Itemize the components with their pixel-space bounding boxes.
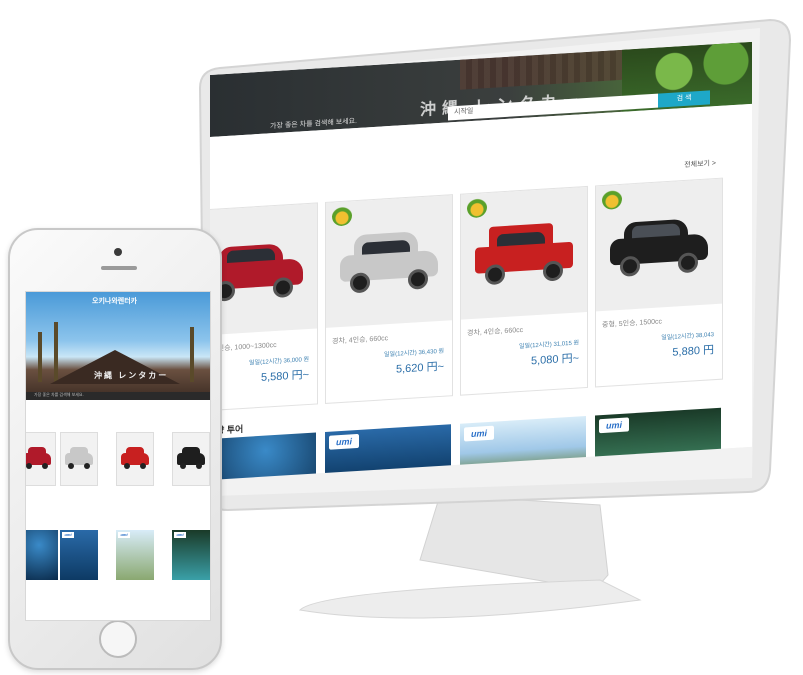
home-button[interactable] [99,620,137,658]
umi-logo: umi [329,433,359,450]
mobile-screen: 오키나와렌터카 沖縄 レンタカー 가장 좋은 차를 검색해 보세요. umi u… [25,291,211,621]
car-rate: 일일(12시간) 36,000 원 [249,356,309,367]
car-price: 5,620 円~ [395,360,444,376]
umi-logo: umi [174,532,186,538]
umi-logo: umi [464,425,494,442]
mobile-hero-banner: 오키나와렌터카 沖縄 レンタカー [26,292,210,400]
car-icon [475,223,573,286]
car-icon [340,231,438,294]
mobile-search-text: 가장 좋은 차를 검색해 보세요. [34,392,84,397]
mobile-logo[interactable]: 오키나와렌터카 [92,296,137,306]
car-card[interactable]: 중형, 5인승, 1500cc 일일(12시간) 38,043 5,880 円 [595,177,723,388]
leaf-badge-icon [467,197,487,219]
mobile-tour-card[interactable]: umi [116,530,154,580]
car-price: 5,880 円 [672,344,714,359]
umi-logo: umi [118,532,130,538]
car-rate: 일일(12시간) 31,015 원 [519,340,579,351]
leaf-badge-icon [602,188,622,211]
car-image [326,195,452,328]
mobile-car-card[interactable] [116,432,154,486]
car-spec: 중형, 5인승, 1500cc [602,318,663,330]
mobile-hero-title: 沖縄 レンタカー [94,371,169,380]
front-camera-icon [114,248,122,256]
car-image [596,178,722,312]
tour-card[interactable] [210,432,316,481]
mobile-car-card[interactable] [60,432,98,486]
mobile-car-card[interactable] [172,432,210,486]
desktop-content: 전체보기 > 경차, 4인승, 1000~1300cc 일일(12시간) 36,… [210,103,752,481]
umi-logo: umi [599,417,629,434]
car-icon [610,218,708,277]
car-card[interactable]: 경차, 4인승, 660cc 일일(12시간) 31,015 원 5,080 円… [460,185,588,396]
mobile-tour-card[interactable]: umi [172,530,210,580]
car-card[interactable]: 경차, 4인승, 660cc 일일(12시간) 36,430 원 5,620 円… [325,194,453,404]
mobile-tour-card[interactable] [26,530,58,580]
leaf-badge-icon [332,205,352,227]
car-card[interactable]: 경차, 4인승, 1000~1300cc 일일(12시간) 36,000 원 5… [210,202,318,413]
car-rate: 일일(12시간) 36,430 원 [384,348,444,359]
mobile-tour-card[interactable]: umi [60,530,98,580]
speaker-grille [101,266,137,270]
car-spec: 경차, 4인승, 660cc [467,326,524,338]
car-spec: 경차, 4인승, 660cc [332,335,389,346]
car-image [210,203,317,337]
car-rate: 일일(12시간) 38,043 [661,332,714,342]
view-all-link[interactable]: 전체보기 > [684,158,716,170]
car-image [461,186,587,320]
car-icon [210,242,303,302]
car-price: 5,080 円~ [530,352,579,368]
umi-logo: umi [62,532,74,538]
mobile-car-card[interactable] [26,432,56,486]
desktop-screen: 沖縄 レンタカー 가장 좋은 차를 검색해 보세요. 시작일 검 색 전체보기 … [210,41,752,481]
car-price: 5,580 円~ [260,368,309,384]
